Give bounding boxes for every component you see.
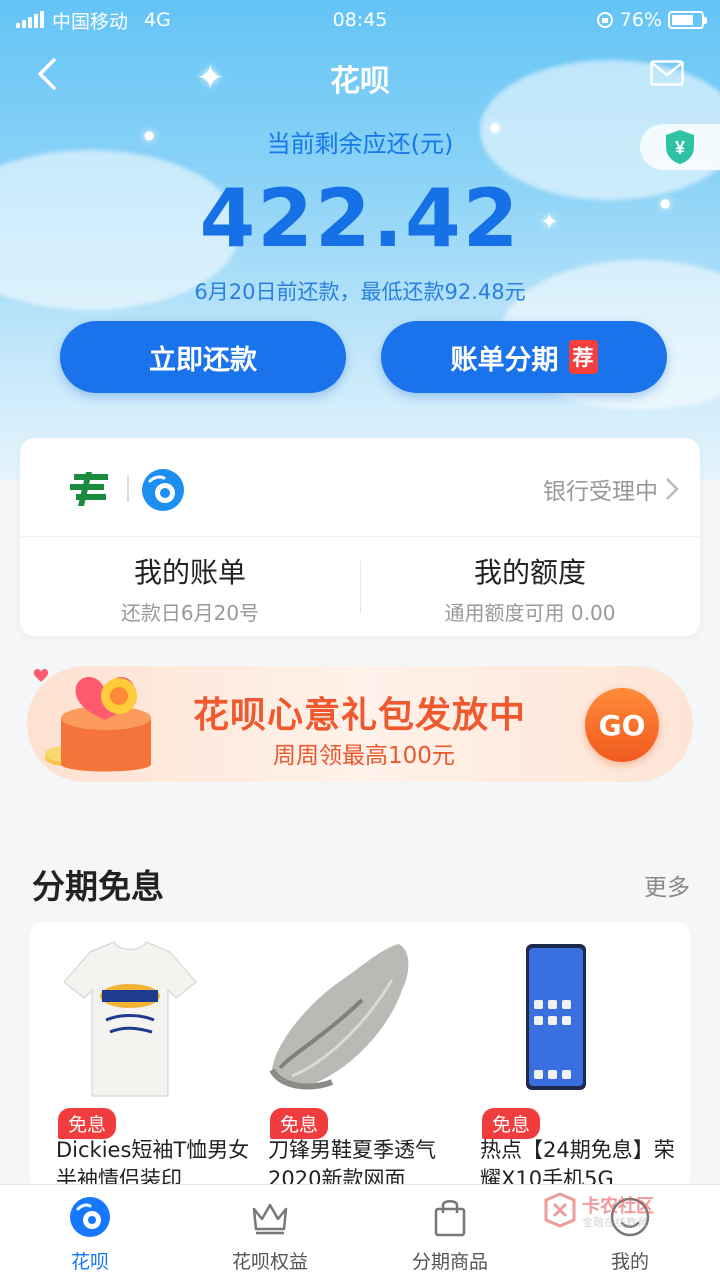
interest-free-tag: 免息 [58,1108,117,1139]
huabei-logo [142,469,184,511]
shopping-bag-icon [434,1200,466,1237]
tab-products[interactable]: 分期商品 [360,1185,540,1280]
postal-bank-logo [70,472,108,506]
smartphone-image [526,944,586,1090]
due-note: 6月20日前还款，最低还款92.48元 [194,280,526,304]
nav-bar: 花呗 [0,40,720,108]
go-button[interactable]: GO [585,688,659,762]
section-title: 分期免息 [32,867,164,906]
battery-percent: 76% [619,9,662,31]
product-card[interactable]: 免息 Dickies短袖T恤男女半袖情侣装印 [30,922,249,1192]
my-quota-subtitle: 通用额度可用 0.00 [444,601,616,625]
product-card[interactable]: 免息 热点【24期免息】荣耀X10手机5G [454,922,675,1192]
watermark: 卡农社区 金融在线教育 [542,1190,682,1230]
signal-icon [16,11,44,28]
carrier-name: 中国移动 [52,10,129,33]
tab-huabei[interactable]: 花呗 [0,1185,180,1280]
gift-box-illustration [33,669,151,772]
my-bill-subtitle: 还款日6月20号 [120,601,260,625]
bank-status-text: 银行受理中 [543,479,658,505]
huabei-icon [70,1197,110,1237]
battery-icon [668,11,707,29]
my-quota-title: 我的额度 [473,556,586,589]
amount-due: 422.42 [199,172,521,265]
bill-installment-button[interactable]: 账单分期 荐 [381,321,667,393]
bank-card: 银行受理中 我的账单 还款日6月20号 我的额度 通用额度可用 0.00 [20,438,700,636]
my-bill-entry[interactable]: 我的账单 还款日6月20号 [20,537,360,637]
tab-label: 我的 [610,1251,649,1273]
recommend-badge: 荐 [568,340,598,374]
sneaker-image [269,944,409,1090]
amount-label: 当前剩余应还(元) [266,130,454,158]
repay-now-button[interactable]: 立即还款 [60,321,346,393]
bill-installment-label: 账单分期 [450,344,559,376]
tshirt-image [62,941,198,1097]
crown-icon [252,1203,288,1235]
gift-banner[interactable]: 花呗心意礼包发放中 周周领最高100元 GO [27,666,693,782]
my-quota-entry[interactable]: 我的额度 通用额度可用 0.00 [360,537,700,637]
more-link[interactable]: 更多 [644,868,690,902]
my-bill-title: 我的账单 [133,556,246,589]
banner-subtitle: 周周领最高100元 [273,743,455,769]
tab-label: 花呗 [70,1251,109,1273]
status-bar: 中国移动 4G 08:45 76% [0,0,720,40]
page-title: 花呗 [330,64,390,99]
watermark-logo-icon [544,1192,576,1228]
interest-free-tag: 免息 [270,1108,329,1139]
interest-free-tag: 免息 [482,1108,541,1139]
tab-benefits[interactable]: 花呗权益 [180,1185,360,1280]
mail-icon[interactable] [650,60,684,86]
repay-now-label: 立即还款 [149,344,257,376]
orientation-lock-icon [596,12,613,28]
product-list: 免息 Dickies短袖T恤男女半袖情侣装印 免息 刀锋男鞋夏季透气2020新款… [30,922,690,1192]
banner-title: 花呗心意礼包发放中 [193,695,527,736]
bill-quota-row: 我的账单 还款日6月20号 我的额度 通用额度可用 0.00 [20,536,700,636]
watermark-subtitle: 金融在线教育 [582,1216,648,1229]
logo-divider [127,476,129,502]
chevron-right-icon [666,478,679,500]
product-card[interactable]: 免息 刀锋男鞋夏季透气2020新款网面 [242,922,442,1192]
bank-status-row[interactable]: 银行受理中 [20,438,700,538]
tab-label: 花呗权益 [231,1251,308,1273]
network-type: 4G [144,9,171,31]
tab-label: 分期商品 [411,1251,488,1273]
